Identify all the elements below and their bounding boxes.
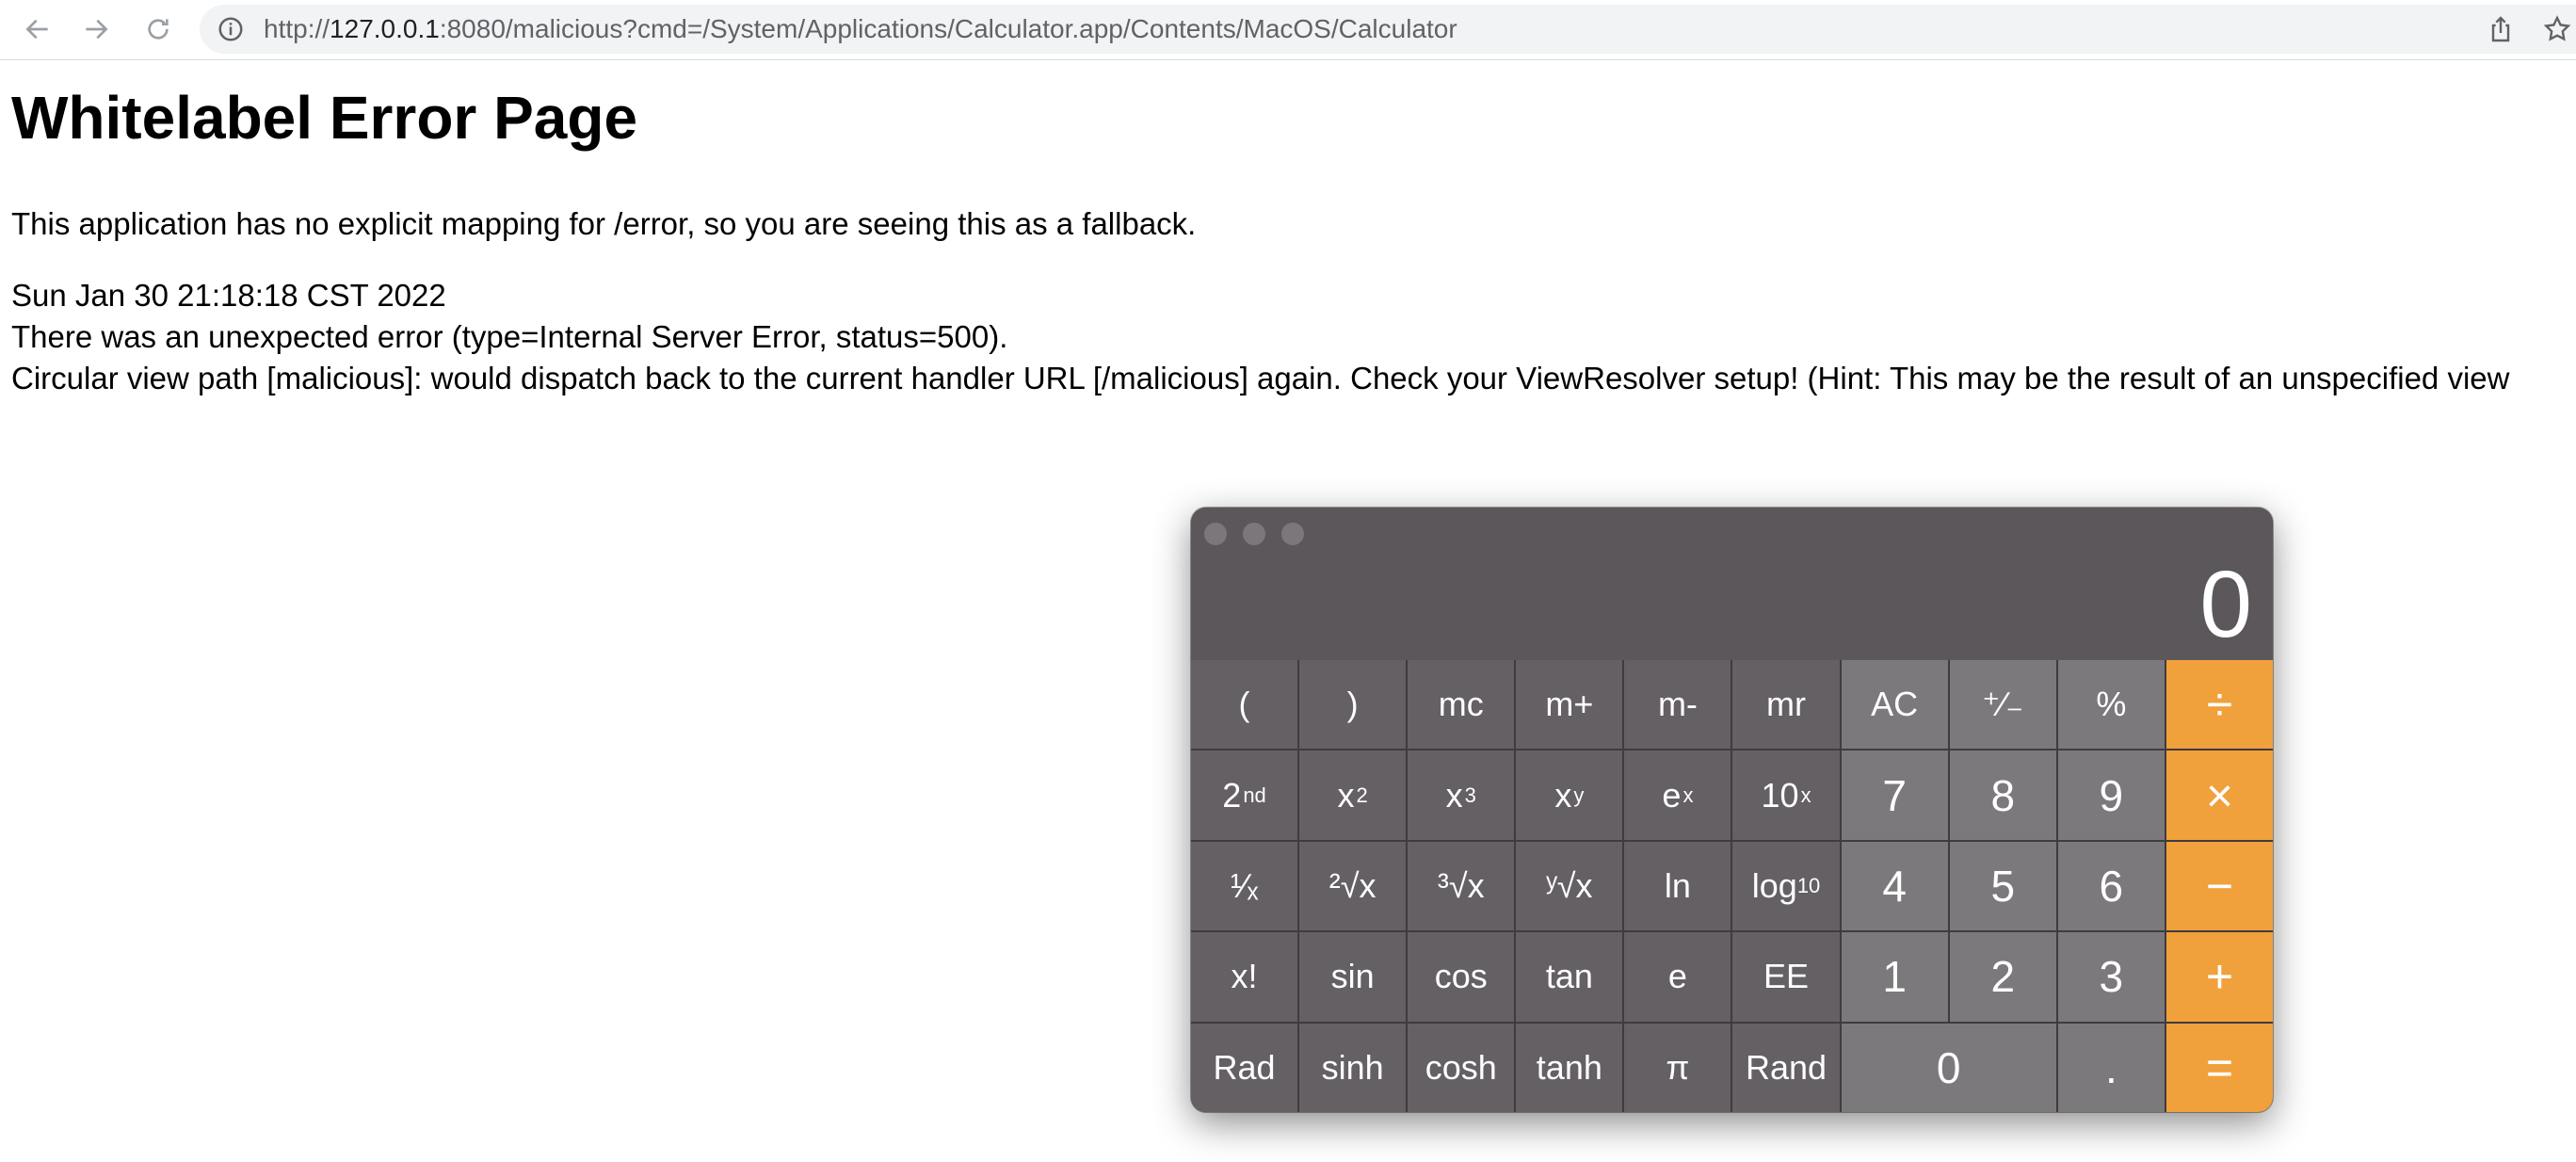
info-icon[interactable] (217, 15, 245, 43)
error-type-line: There was an unexpected error (type=Inte… (11, 319, 1008, 354)
error-timestamp: Sun Jan 30 21:18:18 CST 2022 (11, 278, 446, 313)
key-mc[interactable]: mc (1408, 660, 1515, 750)
key-cos[interactable]: cos (1408, 932, 1515, 1022)
key-sin[interactable]: sin (1299, 932, 1407, 1022)
key-e[interactable]: e (1624, 932, 1731, 1022)
key-decimal[interactable]: . (2057, 1023, 2165, 1112)
minimize-window-button[interactable] (1243, 523, 1265, 545)
key-second[interactable]: 2nd (1191, 750, 1298, 840)
calculator-display-area: 0 (1191, 508, 2273, 660)
key-open-paren[interactable]: ( (1191, 660, 1298, 750)
key-rand[interactable]: Rand (1732, 1023, 1840, 1112)
key-pi[interactable]: π (1624, 1023, 1731, 1112)
key-log10-base: log (1751, 865, 1797, 905)
key-7[interactable]: 7 (1841, 750, 1948, 840)
calculator-display: 0 (2199, 552, 2252, 657)
key-x-power-y-base: x (1554, 775, 1572, 815)
key-m-plus[interactable]: m+ (1516, 660, 1623, 750)
key-cosh[interactable]: cosh (1408, 1023, 1515, 1112)
key-e-power-x[interactable]: ex (1624, 750, 1731, 840)
url-scheme: http:// (264, 14, 330, 43)
key-plus[interactable]: + (2165, 932, 2273, 1022)
url-path: :8080/malicious?cmd=/System/Applications… (439, 14, 1457, 43)
key-cube-root[interactable]: ³√x (1408, 841, 1515, 931)
page-title: Whitelabel Error Page (11, 84, 638, 152)
key-reciprocal[interactable]: ¹∕ₓ (1191, 841, 1298, 931)
key-1[interactable]: 1 (1841, 932, 1948, 1022)
key-ln[interactable]: ln (1624, 841, 1731, 931)
key-all-clear[interactable]: AC (1841, 660, 1948, 750)
key-multiply[interactable]: × (2165, 750, 2273, 840)
reload-icon (148, 19, 169, 40)
share-icon[interactable] (2486, 14, 2516, 44)
key-e-power-x-base: e (1662, 775, 1682, 815)
key-3[interactable]: 3 (2057, 932, 2165, 1022)
key-divide[interactable]: ÷ (2165, 660, 2273, 750)
key-9[interactable]: 9 (2057, 750, 2165, 840)
url-text[interactable]: http://127.0.0.1:8080/malicious?cmd=/Sys… (264, 5, 1457, 54)
bookmark-star-icon[interactable] (2542, 14, 2572, 44)
key-close-paren[interactable]: ) (1299, 660, 1407, 750)
zoom-window-button[interactable] (1281, 523, 1304, 545)
key-square-root[interactable]: ²√x (1299, 841, 1407, 931)
key-equals[interactable]: = (2165, 1023, 2273, 1112)
key-ten-power-x-sup: x (1800, 783, 1811, 807)
key-percent[interactable]: % (2057, 660, 2165, 750)
key-second-base: 2 (1222, 775, 1242, 815)
key-minus[interactable]: − (2165, 841, 2273, 931)
forward-button[interactable] (75, 9, 117, 49)
key-x-power-y-sup: y (1573, 783, 1585, 807)
key-log10-sub: 10 (1796, 873, 1821, 897)
key-x-cubed-sup: 3 (1464, 783, 1476, 807)
fallback-message: This application has no explicit mapping… (11, 206, 1197, 241)
key-2[interactable]: 2 (1949, 932, 2056, 1022)
key-x-power-y[interactable]: xy (1516, 750, 1623, 840)
key-second-sup: nd (1243, 783, 1266, 807)
key-tanh[interactable]: tanh (1516, 1023, 1623, 1112)
key-plus-minus[interactable]: ⁺∕₋ (1949, 660, 2056, 750)
key-x-squared-sup: 2 (1356, 783, 1368, 807)
key-x-cubed[interactable]: x3 (1408, 750, 1515, 840)
key-tan[interactable]: tan (1516, 932, 1623, 1022)
browser-toolbar: http://127.0.0.1:8080/malicious?cmd=/Sys… (0, 0, 2576, 60)
arrow-right-icon (86, 19, 108, 40)
url-host: 127.0.0.1 (330, 14, 440, 43)
address-bar[interactable]: http://127.0.0.1:8080/malicious?cmd=/Sys… (200, 5, 2576, 54)
key-e-power-x-sup: x (1682, 783, 1694, 807)
reload-button[interactable] (137, 9, 179, 49)
key-x-squared[interactable]: x2 (1299, 750, 1407, 840)
key-y-root[interactable]: ʸ√x (1516, 841, 1623, 931)
error-detail-line: Circular view path [malicious]: would di… (11, 361, 2510, 395)
key-rad[interactable]: Rad (1191, 1023, 1298, 1112)
key-x-cubed-base: x (1445, 775, 1463, 815)
key-log10[interactable]: log 10 (1732, 841, 1840, 931)
key-6[interactable]: 6 (2057, 841, 2165, 931)
key-x-squared-base: x (1337, 775, 1355, 815)
key-m-minus[interactable]: m- (1624, 660, 1731, 750)
key-ten-power-x-base: 10 (1761, 775, 1799, 815)
key-0[interactable]: 0 (1841, 1023, 2056, 1112)
key-ee[interactable]: EE (1732, 932, 1840, 1022)
key-factorial[interactable]: x! (1191, 932, 1298, 1022)
key-5[interactable]: 5 (1949, 841, 2056, 931)
key-ten-power-x[interactable]: 10 x (1732, 750, 1840, 840)
arrow-left-icon (25, 19, 48, 40)
key-mr[interactable]: mr (1732, 660, 1840, 750)
close-window-button[interactable] (1204, 523, 1227, 545)
key-8[interactable]: 8 (1949, 750, 2056, 840)
key-sinh[interactable]: sinh (1299, 1023, 1407, 1112)
key-4[interactable]: 4 (1841, 841, 1948, 931)
calculator-keypad: ( ) mc m+ m- mr AC ⁺∕₋ % ÷ 2nd x2 x3 xy … (1191, 660, 2273, 1112)
calculator-window[interactable]: 0 ( ) mc m+ m- mr AC ⁺∕₋ % ÷ 2nd x2 x3 x… (1191, 508, 2273, 1112)
back-button[interactable] (17, 9, 58, 49)
